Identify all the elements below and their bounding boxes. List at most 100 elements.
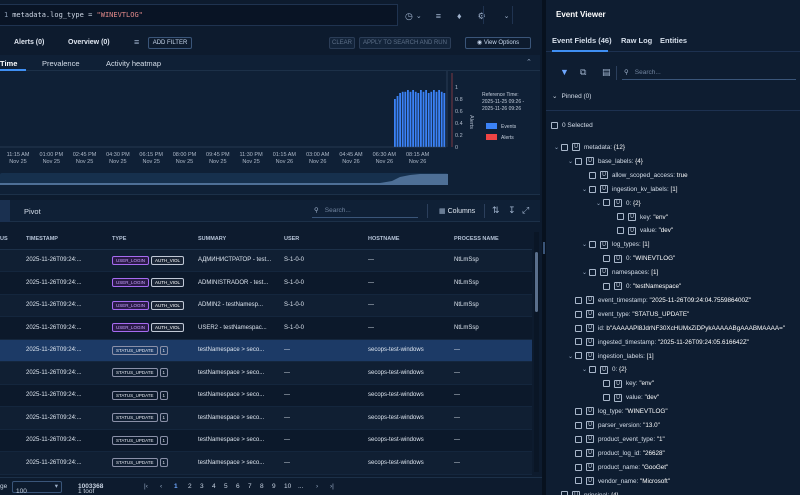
page-6[interactable]: 6 [236,483,240,490]
field-row[interactable]: Uallow_scoped_access: true [582,169,688,182]
field-row[interactable]: U 0: "WINEVTLOG" [596,252,675,265]
event-bar[interactable] [433,90,435,147]
field-checkbox[interactable] [589,268,596,276]
chevron-down-icon[interactable]: ⌄ [582,184,589,197]
field-row[interactable]: Uproduct_log_id: "26628" [568,447,665,460]
field-checkbox[interactable] [575,352,582,360]
field-row[interactable]: ⌄ Uingestion_labels: [1] [568,350,654,363]
table-row[interactable]: 2025-11-26T09:24:... USER_LOGIN AUTH_VIOL… [0,294,532,317]
field-row[interactable]: Uvalue: "dev" [596,391,659,404]
field-row[interactable]: Uingested_timestamp: "2025-11-26T09:24:0… [568,336,749,349]
clock-icon[interactable]: ◷ [405,11,413,22]
table-row-selected[interactable]: 2025-11-26T09:24:... STATUS_UPDATE 1 test… [0,339,532,362]
field-checkbox[interactable] [589,241,596,249]
event-bar[interactable] [394,99,396,147]
field-checkbox[interactable] [575,407,582,415]
tab-overview[interactable]: Overview (0) [68,39,110,46]
field-row[interactable]: Ulog_type: "WINEVTLOG" [568,405,668,418]
event-bar[interactable] [409,91,412,147]
event-bar[interactable] [412,90,414,147]
collapse-chevron-icon[interactable]: ⌄ [504,12,510,20]
collapse-up-icon[interactable]: ⌃ [526,58,532,66]
page-9[interactable]: 9 [272,483,276,490]
table-row[interactable]: 2025-11-26T09:24:... STATUS_UPDATE 1 test… [0,406,532,430]
field-checkbox[interactable] [575,435,582,443]
field-row[interactable]: Ukey: "env" [596,377,654,390]
prev-page-icon[interactable]: ‹ [160,483,162,490]
field-checkbox[interactable] [603,282,610,290]
event-bar[interactable] [414,91,417,147]
event-bar[interactable] [435,91,438,147]
table-row[interactable]: 2025-11-26T09:24:... USER_LOGIN AUTH_VIOL… [0,316,532,340]
event-bar[interactable] [407,90,409,147]
page-1[interactable]: 1 [174,483,178,490]
field-checkbox[interactable] [589,366,596,374]
field-checkbox[interactable] [561,143,568,151]
field-row[interactable]: Uid: b"AAAAAPl8JdrNF30XcHUMxZiDPykAAAAAB… [568,322,785,335]
event-bar[interactable] [438,90,440,147]
field-checkbox[interactable] [575,296,582,304]
event-bar[interactable] [427,93,430,147]
field-row[interactable]: Uevent_type: "STATUS_UPDATE" [568,308,689,321]
field-checkbox[interactable] [575,421,582,429]
field-checkbox[interactable] [575,477,582,485]
field-checkbox[interactable] [575,463,582,471]
table-row[interactable]: 2025-11-26T09:24:... STATUS_UPDATE 1 test… [0,361,532,385]
select-all-checkbox[interactable] [551,122,558,129]
tab-pivot[interactable]: Pivot [24,207,41,216]
field-row[interactable]: Uvendor_name: "Microsoft" [568,475,670,488]
field-checkbox[interactable] [575,324,582,332]
column-header-process-name[interactable]: PROCESS NAME [450,229,532,250]
column-header-timestamp[interactable]: TIMESTAMP [22,229,108,250]
page-7[interactable]: 7 [248,483,252,490]
resize-grip[interactable] [543,242,545,254]
puzzle-icon[interactable]: ♦ [457,11,462,21]
table-row[interactable]: 2025-11-26T09:24:... USER_LOGIN AUTH_VIOL… [0,249,532,272]
tab-raw-log[interactable]: Raw Log [621,36,652,45]
chevron-down-icon[interactable]: ⌄ [582,364,589,377]
event-bar[interactable] [420,90,422,147]
copy-icon[interactable]: ⧉ [580,67,586,78]
tab-entities[interactable]: Entities [660,36,687,45]
page-size-select[interactable]: 100 ▾ [12,481,62,495]
page-3[interactable]: 3 [200,483,204,490]
field-row[interactable]: ⌄ Ubase_labels: {4} [568,155,643,168]
field-checkbox[interactable] [561,491,568,495]
field-checkbox[interactable] [575,449,582,457]
column-header-user[interactable]: USER [280,229,364,250]
event-bar[interactable] [399,93,401,147]
field-row[interactable]: ⌄ Uprincipal: {4} [554,489,619,495]
table-row[interactable]: 2025-11-26T09:24:... USER_LOGIN AUTH_VIOL… [0,271,532,295]
event-bar[interactable] [422,91,425,147]
gear-icon[interactable]: ⚙ [478,11,486,22]
page-5[interactable]: 5 [224,483,228,490]
column-header-type[interactable]: TYPE [108,229,194,250]
field-row[interactable]: Uevent_timestamp: "2025-11-26T09:24:04.7… [568,294,751,307]
table-row[interactable]: 2025-11-26T09:24:... STATUS_UPDATE 1 test… [0,384,532,407]
field-checkbox[interactable] [603,380,610,388]
event-bar[interactable] [440,91,443,147]
field-checkbox[interactable] [603,255,610,263]
field-row[interactable]: U 0: "testNamespace" [596,280,681,293]
field-row[interactable]: Uproduct_event_type: "1" [568,433,665,446]
page-4[interactable]: 4 [212,483,216,490]
view-options-button[interactable]: ◉ View Options [465,37,531,49]
field-checkbox[interactable] [575,157,582,165]
field-search-input[interactable]: ⚲ Search... [622,66,796,80]
columns-button[interactable]: ▦ Columns [439,207,475,215]
clear-button[interactable]: CLEAR [329,37,355,49]
event-bar[interactable] [401,91,404,147]
event-bar[interactable] [396,96,399,147]
field-checkbox[interactable] [617,227,624,235]
download-icon[interactable]: ↧ [508,205,516,216]
chevron-down-icon[interactable]: ⌄ [582,267,589,280]
tab-prevalence[interactable]: Prevalence [42,59,80,68]
list-icon[interactable]: ≡ [436,11,441,21]
add-filter-button[interactable]: ADD FILTER [148,37,192,49]
event-bar[interactable] [443,93,446,147]
field-row[interactable]: Ukey: "env" [610,211,668,224]
pinned-section[interactable]: ⌄ Pinned (0) [552,92,591,100]
events-search-input[interactable]: ⚲ Search... [312,204,418,218]
sort-icon[interactable]: ⇅ [492,205,500,216]
tab-time[interactable]: Time [0,59,17,68]
